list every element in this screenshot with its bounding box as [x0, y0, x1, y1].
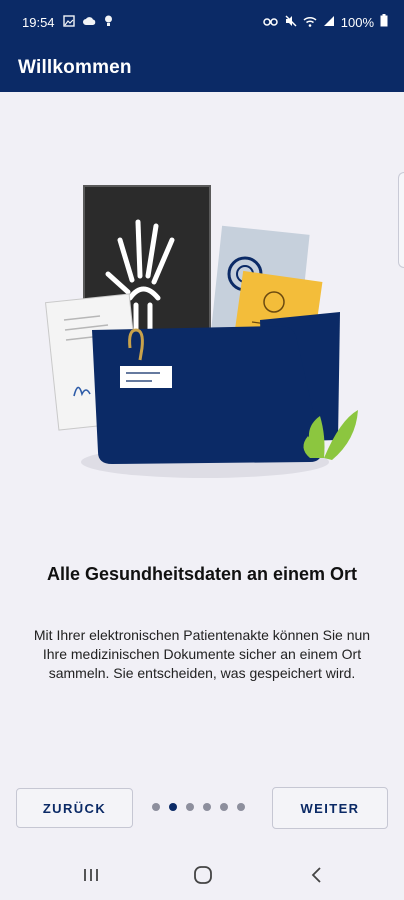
status-bar: 19:54 100% [0, 0, 404, 44]
mute-icon [285, 15, 297, 30]
signal-icon [323, 15, 335, 30]
onboarding-headline: Alle Gesundheitsdaten an einem Ort [46, 564, 358, 584]
battery-text: 100% [340, 14, 374, 30]
back-icon[interactable] [306, 864, 328, 886]
vpn-key-icon [263, 15, 279, 30]
gallery-icon [62, 14, 75, 30]
wifi-icon [303, 15, 317, 30]
home-icon[interactable] [192, 864, 214, 886]
back-button[interactable]: ZURÜCK [16, 788, 133, 828]
app-bar: Willkommen [0, 44, 404, 92]
cloud-icon [82, 16, 96, 29]
edge-panel-handle[interactable] [398, 172, 404, 268]
page-dot [152, 803, 160, 811]
recent-apps-icon[interactable] [80, 864, 102, 886]
battery-icon [380, 14, 388, 30]
onboarding-body: Mit Ihrer elektronischen Patientenakte k… [33, 627, 371, 681]
system-nav-bar [0, 850, 404, 900]
status-time: 19:54 [22, 14, 55, 30]
page-title: Willkommen [18, 57, 132, 78]
onboarding-illustration [40, 180, 370, 480]
next-button[interactable]: WEITER [272, 787, 388, 829]
page-dot [186, 803, 194, 811]
folder [92, 326, 322, 464]
page-dot-active [169, 803, 177, 811]
bulb-icon [104, 15, 113, 30]
page-dot [237, 803, 245, 811]
page-dot [203, 803, 211, 811]
page-dot [220, 803, 228, 811]
page-indicator [152, 803, 245, 811]
